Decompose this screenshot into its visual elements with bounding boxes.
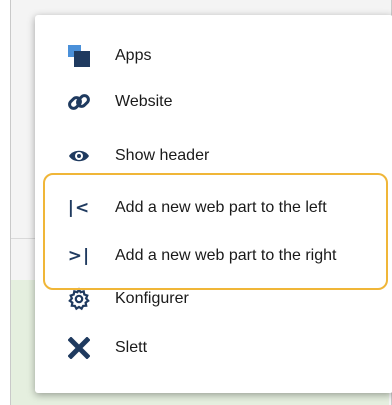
menu-item-label: Show header <box>115 147 210 164</box>
eye-icon <box>65 142 93 170</box>
apps-icon <box>65 42 93 70</box>
gear-icon <box>65 285 93 313</box>
menu-item-configure[interactable]: Konfigurer <box>35 279 392 319</box>
context-menu: Apps Website Show header |< Add a new we… <box>35 15 392 393</box>
menu-item-label: Add a new web part to the left <box>115 199 327 216</box>
menu-item-label: Apps <box>115 47 152 64</box>
menu-item-delete[interactable]: Slett <box>35 328 392 368</box>
menu-item-website[interactable]: Website <box>35 82 392 122</box>
delete-icon <box>65 334 93 362</box>
link-icon <box>65 88 93 116</box>
menu-item-add-right[interactable]: >| Add a new web part to the right <box>35 236 392 276</box>
menu-item-label: Website <box>115 93 173 110</box>
add-left-icon: |< <box>67 198 91 218</box>
add-right-icon: >| <box>67 246 91 266</box>
menu-item-label: Add a new web part to the right <box>115 247 337 264</box>
menu-item-label: Konfigurer <box>115 290 189 307</box>
menu-item-apps[interactable]: Apps <box>35 36 392 76</box>
menu-item-label: Slett <box>115 339 148 356</box>
menu-item-add-left[interactable]: |< Add a new web part to the left <box>35 188 392 228</box>
menu-item-show-header[interactable]: Show header <box>35 136 392 176</box>
